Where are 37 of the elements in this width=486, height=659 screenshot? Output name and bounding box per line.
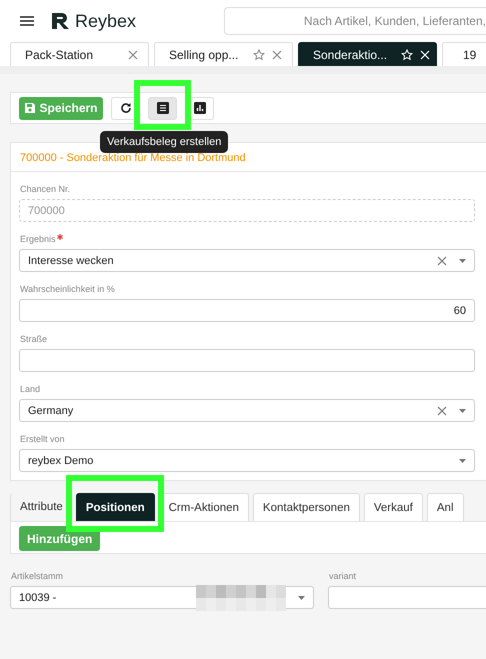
brand-name: Reybex — [75, 10, 136, 32]
input-field: 700000 — [19, 199, 475, 222]
caret-icon[interactable] — [298, 596, 305, 600]
document-icon — [156, 102, 168, 114]
field-label: Wahrscheinlichkeit in % — [20, 284, 115, 294]
select-field[interactable]: Interesse wecken — [19, 249, 475, 272]
select-field[interactable]: reybex Demo — [19, 449, 475, 472]
caret-icon[interactable] — [459, 458, 466, 462]
logo-icon — [52, 13, 69, 29]
input-field[interactable] — [328, 586, 486, 609]
detail-tab[interactable]: Anl — [426, 493, 464, 521]
field-label: Chancen Nr. — [20, 184, 70, 194]
open-tab[interactable]: Selling opp... — [154, 42, 293, 66]
open-tab[interactable]: Pack-Station — [10, 42, 149, 66]
field-label: Straße — [20, 334, 48, 344]
input-field[interactable] — [19, 349, 475, 372]
open-tab[interactable]: 19 — [442, 42, 486, 66]
field-label: Artikelstamm — [11, 571, 64, 581]
field-label: variant — [329, 571, 356, 581]
field-label: Ergebnis — [20, 234, 56, 244]
search-field[interactable]: Nach Artikel, Kunden, Lieferanten, — [224, 7, 486, 35]
select-field[interactable]: Germany — [19, 399, 475, 422]
select-field[interactable]: 10039 - — [10, 586, 314, 609]
field-label: Erstellt von — [20, 434, 65, 444]
input-field[interactable]: 60 — [19, 299, 475, 322]
document-button[interactable] — [148, 96, 177, 120]
menu-icon[interactable] — [20, 16, 34, 26]
star-icon[interactable] — [253, 48, 265, 60]
caret-icon[interactable] — [459, 408, 466, 412]
caret-icon[interactable] — [459, 258, 466, 262]
refresh-icon — [120, 102, 132, 114]
field-label: Land — [20, 384, 40, 394]
detail-tab[interactable]: Kontaktpersonen — [252, 493, 360, 521]
detail-tab[interactable]: Verkauf — [364, 493, 423, 521]
save-icon — [24, 102, 36, 114]
chart-icon — [194, 102, 206, 114]
detail-tab[interactable]: Positionen — [76, 493, 155, 521]
